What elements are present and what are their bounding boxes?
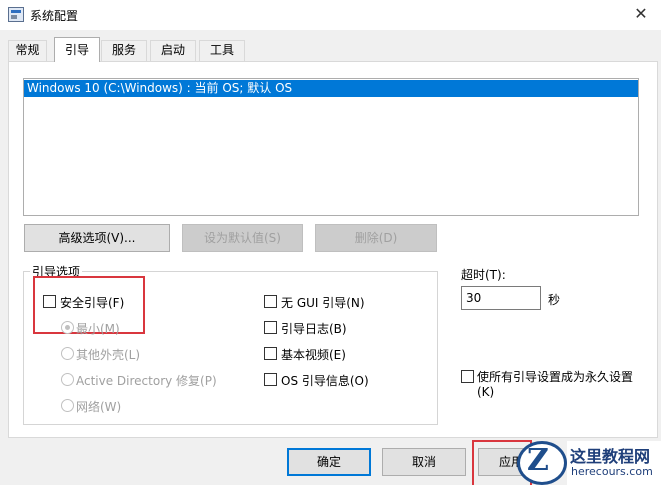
network-radio[interactable] [61, 399, 74, 412]
tab-startup[interactable]: 启动 [150, 40, 196, 61]
advanced-options-button[interactable]: 高级选项(V)... [24, 224, 170, 252]
make-permanent-label-key[interactable]: (K) [477, 385, 494, 399]
set-default-button[interactable]: 设为默认值(S) [182, 224, 303, 252]
boot-log-checkbox[interactable] [264, 321, 277, 334]
tab-tools[interactable]: 工具 [199, 40, 245, 61]
os-listbox[interactable] [23, 78, 639, 216]
cancel-button[interactable]: 取消 [382, 448, 466, 476]
alternate-shell-label[interactable]: 其他外壳(L) [76, 346, 140, 363]
minimal-radio[interactable] [61, 321, 74, 334]
no-gui-boot-label[interactable]: 无 GUI 引导(N) [281, 294, 365, 311]
msconfig-icon [8, 7, 24, 22]
title-bar [0, 0, 661, 30]
active-directory-label[interactable]: Active Directory 修复(P) [76, 372, 217, 389]
os-boot-info-checkbox[interactable] [264, 373, 277, 386]
watermark-url: herecours.com [571, 465, 653, 478]
boot-log-label[interactable]: 引导日志(B) [281, 320, 347, 337]
active-directory-radio[interactable] [61, 373, 74, 386]
tab-services[interactable]: 服务 [101, 40, 147, 61]
make-permanent-label[interactable]: 使所有引导设置成为永久设置 [477, 368, 633, 385]
timeout-label: 超时(T): [461, 268, 506, 282]
alternate-shell-radio[interactable] [61, 347, 74, 360]
tab-general[interactable]: 常规 [8, 40, 47, 61]
os-boot-info-label[interactable]: OS 引导信息(O) [281, 372, 369, 389]
base-video-label[interactable]: 基本视频(E) [281, 346, 346, 363]
delete-button[interactable]: 删除(D) [315, 224, 437, 252]
tab-boot[interactable]: 引导 [54, 37, 100, 62]
list-item[interactable]: Windows 10 (C:\Windows) : 当前 OS; 默认 OS [24, 80, 638, 97]
watermark-logo-letter: Z [527, 443, 549, 478]
timeout-input[interactable]: 30 [461, 286, 541, 310]
timeout-unit: 秒 [548, 293, 561, 307]
make-permanent-checkbox[interactable] [461, 370, 474, 383]
window-title: 系统配置 [30, 9, 79, 23]
watermark-title: 这里教程网 [570, 447, 651, 466]
network-label[interactable]: 网络(W) [76, 398, 121, 415]
base-video-checkbox[interactable] [264, 347, 277, 360]
minimal-label[interactable]: 最小(M) [76, 320, 120, 337]
ok-button[interactable]: 确定 [287, 448, 371, 476]
no-gui-boot-checkbox[interactable] [264, 295, 277, 308]
close-icon[interactable]: ✕ [626, 4, 656, 24]
